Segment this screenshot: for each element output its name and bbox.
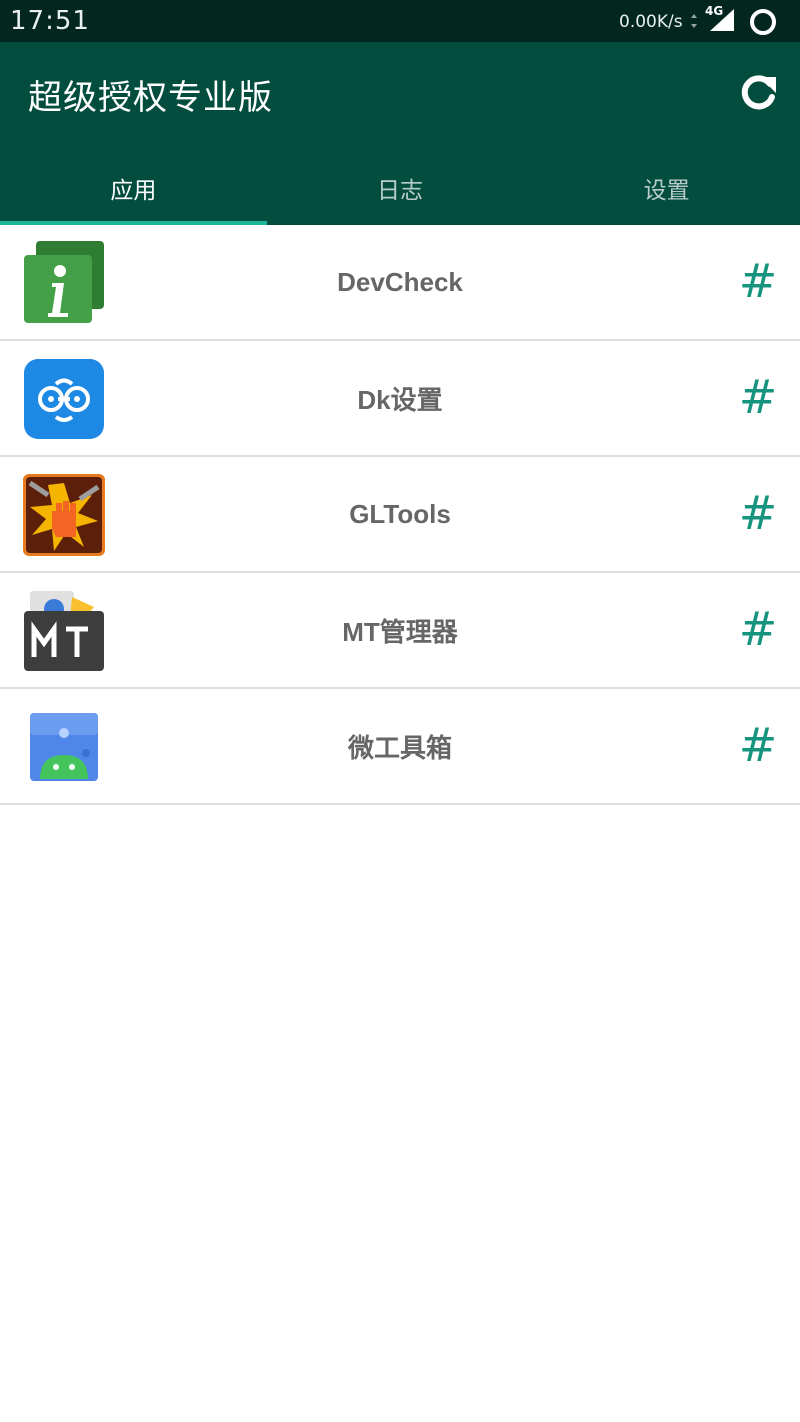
tab-apps[interactable]: 应用	[0, 150, 267, 225]
tab-settings-label: 设置	[643, 177, 690, 204]
tab-logs-label: 日志	[376, 177, 423, 204]
devcheck-icon	[24, 241, 104, 323]
status-time: 17:51	[10, 6, 90, 36]
grant-root-button[interactable]: #	[730, 599, 786, 659]
grant-root-button[interactable]: #	[730, 715, 786, 775]
tab-settings[interactable]: 设置	[533, 150, 800, 225]
mt-manager-icon	[24, 591, 104, 671]
app-name: DevCheck	[337, 266, 463, 297]
list-item[interactable]: GLTools #	[0, 457, 800, 573]
grant-root-button[interactable]: #	[730, 483, 786, 543]
tab-logs[interactable]: 日志	[267, 150, 534, 225]
network-speed: 0.00K/s	[619, 12, 683, 32]
dk-settings-icon	[24, 359, 104, 439]
tab-bar: 应用 日志 设置	[0, 150, 800, 225]
gltools-icon	[23, 474, 105, 556]
list-item[interactable]: DevCheck #	[0, 225, 800, 341]
app-name: GLTools	[349, 498, 451, 529]
tab-apps-label: 应用	[110, 177, 157, 204]
grant-root-button[interactable]: #	[730, 367, 786, 427]
toolbox-icon	[30, 713, 98, 781]
page-title: 超级授权专业版	[28, 78, 273, 118]
app-name: MT管理器	[342, 616, 458, 647]
app-bar: 超级授权专业版 应用 日志 设置	[0, 42, 800, 225]
refresh-icon[interactable]	[736, 71, 780, 115]
list-item[interactable]: MT管理器 #	[0, 573, 800, 689]
data-activity-icon	[691, 14, 697, 28]
list-item[interactable]: Dk设置 #	[0, 341, 800, 457]
network-type-label: 4G	[705, 4, 724, 18]
status-bar: 17:51 0.00K/s 4G	[0, 0, 800, 42]
app-list: DevCheck # Dk设置 # GLTools # MT管理器 # 微工具箱…	[0, 225, 800, 805]
grant-root-button[interactable]: #	[730, 251, 786, 311]
app-name: Dk设置	[357, 384, 443, 415]
battery-ring-icon	[750, 9, 776, 35]
app-name: 微工具箱	[347, 732, 452, 763]
list-item[interactable]: 微工具箱 #	[0, 689, 800, 805]
